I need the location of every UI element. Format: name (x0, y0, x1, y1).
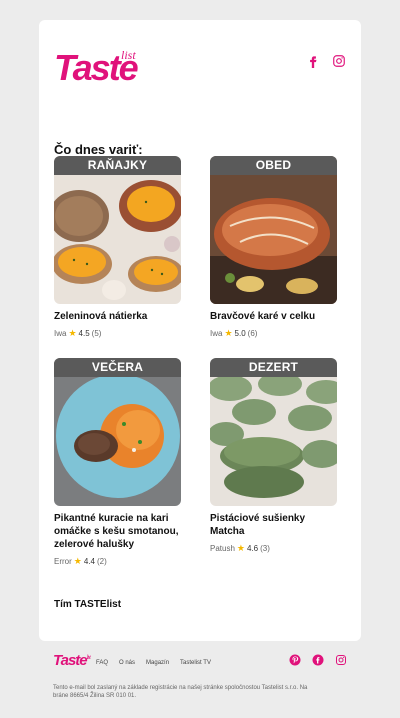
matcha-cookies-image (210, 358, 337, 506)
tastelist-logo[interactable]: Taste list (54, 48, 146, 86)
recipe-image[interactable]: RAŇAJKY (54, 156, 181, 304)
recipe-author: Iwa (54, 329, 67, 338)
recipe-card: DEZERT Pistáciové sušienky Matcha Patush… (210, 358, 337, 554)
facebook-icon[interactable] (312, 654, 324, 666)
spread-on-bread-image (54, 156, 181, 304)
instagram-icon[interactable] (335, 654, 347, 666)
recipe-title[interactable]: Pistáciové sušienky Matcha (210, 512, 337, 538)
recipe-meta: Error ★ 4.4 (2) (54, 556, 181, 567)
footer-logo[interactable]: Tastelist (53, 652, 91, 669)
footer-nav: FAQ O nás Magazín Tastelist TV (96, 660, 211, 666)
footer-social (289, 654, 347, 666)
page-heading: Čo dnes variť: (54, 142, 143, 157)
footer-fine-print: Tento e-mail bol zaslaný na základe regi… (53, 685, 308, 699)
recipe-rating: 4.4 (83, 557, 95, 566)
curry-chicken-image (54, 358, 181, 506)
recipe-image[interactable]: VEČERA (54, 358, 181, 506)
recipe-title[interactable]: Pikantné kuracie na kari omáčke s kešu s… (54, 512, 181, 551)
footer-link-about[interactable]: O nás (119, 660, 135, 666)
recipe-card: VEČERA Pikantné kuracie na kari omáčke s… (54, 358, 181, 567)
recipe-rating-count: (5) (91, 329, 102, 338)
recipe-title[interactable]: Zeleninová nátierka (54, 310, 181, 323)
header-social (306, 54, 346, 68)
category-badge: DEZERT (210, 358, 337, 377)
recipe-image[interactable]: DEZERT (210, 358, 337, 506)
category-badge: RAŇAJKY (54, 156, 181, 175)
instagram-icon[interactable] (332, 54, 346, 68)
star-icon: ★ (68, 328, 77, 338)
facebook-icon[interactable] (306, 54, 320, 68)
star-icon: ★ (224, 328, 233, 338)
recipe-image[interactable]: OBED (210, 156, 337, 304)
recipe-rating: 4.6 (246, 544, 259, 553)
recipe-author: Patush (210, 544, 235, 553)
category-badge: OBED (210, 156, 337, 175)
category-badge: VEČERA (54, 358, 181, 377)
footer-link-magazine[interactable]: Magazín (146, 660, 169, 666)
recipe-meta: Patush ★ 4.6 (3) (210, 543, 337, 554)
recipe-meta: Iwa ★ 4.5 (5) (54, 328, 181, 339)
recipe-card: OBED Bravčové karé v celku Iwa ★ 5.0 (6) (210, 156, 337, 339)
pinterest-icon[interactable] (289, 654, 301, 666)
recipe-rating: 4.5 (78, 329, 90, 338)
footer-logo-sub: list (86, 655, 91, 661)
recipe-rating-count: (6) (247, 329, 258, 338)
recipe-meta: Iwa ★ 5.0 (6) (210, 328, 337, 339)
star-icon: ★ (73, 556, 82, 566)
recipe-rating: 5.0 (234, 329, 246, 338)
footer-link-faq[interactable]: FAQ (96, 660, 108, 666)
signature: Tím TASTElist (54, 599, 122, 610)
email-card: Taste list Čo dnes variť: RAŇAJKY Zeleni… (39, 20, 361, 641)
recipe-card: RAŇAJKY Zeleninová nátierka Iwa ★ 4.5 (5… (54, 156, 181, 339)
footer-link-tv[interactable]: Tastelist TV (180, 660, 211, 666)
recipe-author: Iwa (210, 329, 223, 338)
recipe-author: Error (54, 557, 72, 566)
logo-sub: list (121, 48, 136, 62)
footer-logo-text: Taste (53, 652, 88, 669)
star-icon: ★ (236, 543, 245, 553)
recipe-rating-count: (2) (96, 557, 107, 566)
roast-pork-image (210, 156, 337, 304)
recipe-rating-count: (3) (260, 544, 270, 553)
recipe-title[interactable]: Bravčové karé v celku (210, 310, 337, 323)
